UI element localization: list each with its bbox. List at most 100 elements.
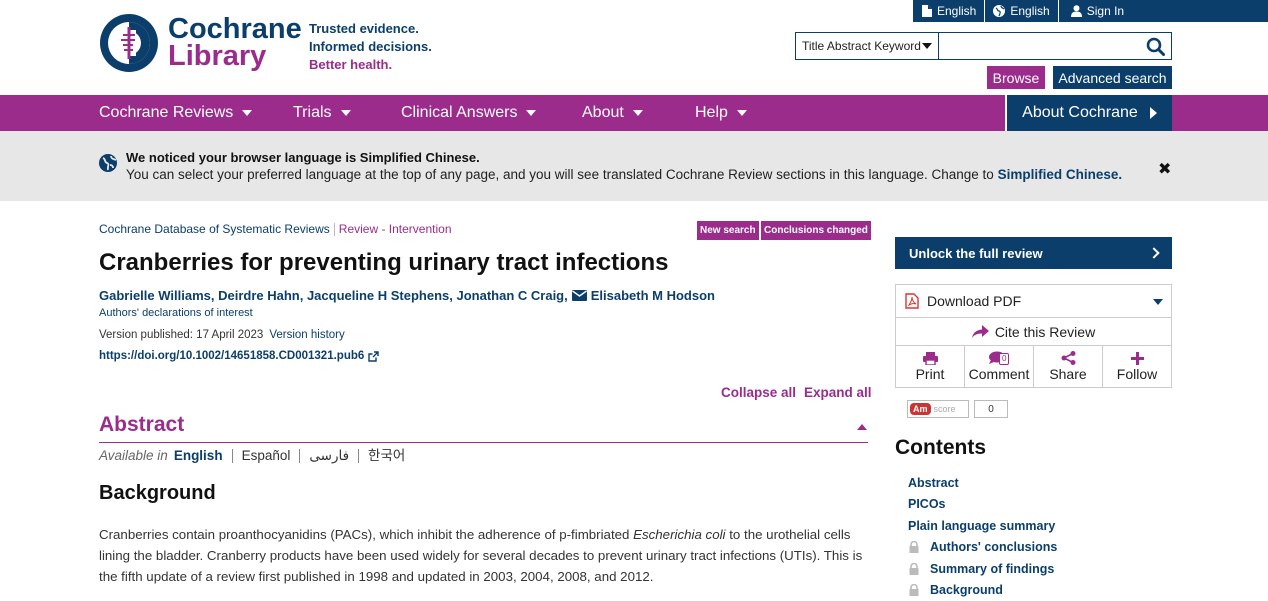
altmetric-badge[interactable]: Am score 0	[907, 400, 1008, 418]
available-in-label: Available in	[99, 448, 168, 463]
corresponding-author[interactable]: Elisabeth M Hodson	[591, 288, 715, 303]
caret-down-icon[interactable]	[1153, 299, 1163, 305]
table-of-contents: Abstract PICOs Plain language summary Au…	[908, 472, 1057, 601]
nav-trials[interactable]: Trials	[293, 95, 351, 131]
follow-button[interactable]: Follow	[1103, 346, 1171, 387]
toc-plain-language-summary[interactable]: Plain language summary	[908, 515, 1057, 537]
search-button[interactable]	[1139, 33, 1171, 59]
toc-label: Authors' conclusions	[930, 540, 1058, 555]
background-text-1: Cranberries contain proanthocyanidins (P…	[99, 527, 634, 542]
nav-label: About	[582, 104, 624, 121]
plus-icon	[1130, 351, 1144, 365]
comment-count: 0	[999, 353, 1010, 365]
user-icon	[1070, 5, 1082, 17]
tool-actions-row: Print 0 Comment Share Follow	[896, 346, 1171, 387]
globe-icon	[99, 154, 117, 172]
notice-title: We noticed your browser language is Simp…	[126, 150, 480, 165]
print-label: Print	[915, 365, 945, 382]
advanced-search-button[interactable]: Advanced search	[1053, 66, 1172, 89]
new-search-badge[interactable]: New search	[697, 221, 759, 240]
version-history-link[interactable]: Version history	[269, 329, 344, 341]
sign-in-link[interactable]: Sign In	[1059, 0, 1132, 22]
cochrane-logo-icon	[100, 14, 158, 72]
logo-word-library: Library	[168, 40, 267, 72]
breadcrumb-database[interactable]: Cochrane Database of Systematic Reviews	[99, 222, 330, 236]
version-info: Version published: 17 April 2023 Version …	[99, 329, 345, 341]
toc-label: Background	[930, 583, 1003, 598]
utility-bar: English English Sign In	[913, 0, 1268, 22]
nav-help[interactable]: Help	[695, 95, 747, 131]
language-spanish[interactable]: Español	[231, 448, 300, 463]
doi-link[interactable]: https://doi.org/10.1002/14651858.CD00132…	[99, 350, 379, 362]
version-published: Version published: 17 April 2023	[99, 329, 264, 341]
unlock-full-review-button[interactable]: Unlock the full review	[895, 237, 1172, 269]
logo-word-cochrane: Cochrane	[168, 13, 302, 46]
logo-wordmark: Cochrane Library	[168, 13, 302, 72]
breadcrumb-review-type[interactable]: Review - Intervention	[339, 222, 452, 236]
search-input[interactable]	[939, 33, 1139, 59]
expand-all-link[interactable]: Expand all	[804, 385, 872, 400]
nav-about-cochrane[interactable]: About Cochrane	[1005, 95, 1172, 131]
search-scope-label: Title Abstract Keyword	[802, 39, 921, 53]
language-korean[interactable]: 한국어	[358, 448, 414, 463]
follow-label: Follow	[1116, 365, 1158, 382]
pdf-icon	[905, 293, 919, 309]
lock-icon	[909, 562, 919, 575]
search-bar: Title Abstract Keyword	[795, 32, 1172, 60]
nav-label: Trials	[293, 104, 332, 121]
altmetric-score-box: Am score	[907, 400, 969, 418]
language-english[interactable]: English	[174, 448, 232, 463]
cochrane-library-logo[interactable]: Cochrane Library	[99, 13, 302, 73]
collapse-all-link[interactable]: Collapse all	[721, 385, 796, 400]
caret-down-icon	[736, 110, 747, 116]
caret-up-icon[interactable]	[857, 424, 867, 430]
altmetric-count: 0	[974, 400, 1008, 418]
available-languages: Available in English Español فارسی 한국어	[99, 448, 414, 463]
nav-about-cochrane-label: About Cochrane	[1022, 104, 1138, 121]
altmetric-logo: Am	[910, 403, 931, 415]
browse-button[interactable]: Browse	[987, 66, 1045, 89]
abstract-divider	[99, 442, 868, 443]
external-link-icon	[368, 350, 379, 362]
toc-picos[interactable]: PICOs	[908, 494, 1057, 516]
download-pdf-button[interactable]: Download PDF	[896, 285, 1171, 318]
conclusions-changed-badge[interactable]: Conclusions changed	[761, 221, 871, 240]
nav-clinical-answers[interactable]: Clinical Answers	[401, 95, 537, 131]
globe-icon	[993, 5, 1006, 17]
authors-names[interactable]: Gabrielle Williams, Deirdre Hahn, Jacque…	[99, 288, 568, 303]
background-heading: Background	[99, 482, 216, 504]
close-icon[interactable]: ✖	[1158, 159, 1171, 179]
tagline-line-3: Better health.	[309, 57, 393, 72]
cite-review-button[interactable]: Cite this Review	[896, 318, 1171, 346]
language-selector[interactable]: English	[985, 0, 1059, 22]
envelope-icon	[571, 290, 587, 301]
change-language-link[interactable]: Simplified Chinese.	[998, 167, 1123, 182]
nav-label: Cochrane Reviews	[99, 104, 234, 121]
toc-label: Summary of findings	[930, 561, 1055, 576]
altmetric-score-label: score	[933, 404, 956, 414]
share-label: Share	[1049, 366, 1087, 382]
lock-icon	[909, 584, 919, 597]
search-scope-select[interactable]: Title Abstract Keyword	[796, 33, 939, 59]
breadcrumb-separator	[333, 223, 335, 237]
share-button[interactable]: Share	[1034, 346, 1103, 387]
print-icon	[922, 351, 938, 365]
declarations-link[interactable]: Authors' declarations of interest	[99, 307, 253, 319]
comment-button[interactable]: 0 Comment	[965, 346, 1034, 387]
toc-summary-of-findings[interactable]: Summary of findings	[908, 558, 1057, 580]
toc-background[interactable]: Background	[908, 580, 1057, 601]
nav-cochrane-reviews[interactable]: Cochrane Reviews	[99, 95, 253, 131]
abstract-heading[interactable]: Abstract	[99, 413, 184, 437]
toc-authors-conclusions[interactable]: Authors' conclusions	[908, 537, 1057, 559]
print-button[interactable]: Print	[896, 346, 965, 387]
sign-in-label: Sign In	[1086, 4, 1125, 18]
language-persian[interactable]: فارسی	[299, 448, 358, 463]
nav-label: Help	[695, 104, 728, 121]
comment-icon: 0	[988, 351, 1010, 365]
language-notice: We noticed your browser language is Simp…	[0, 131, 1268, 201]
language-file-link[interactable]: English	[913, 0, 986, 22]
lock-icon	[909, 541, 919, 554]
toc-abstract[interactable]: Abstract	[908, 472, 1057, 494]
tagline: Trusted evidence. Informed decisions. Be…	[309, 20, 432, 74]
nav-about[interactable]: About	[582, 95, 643, 131]
